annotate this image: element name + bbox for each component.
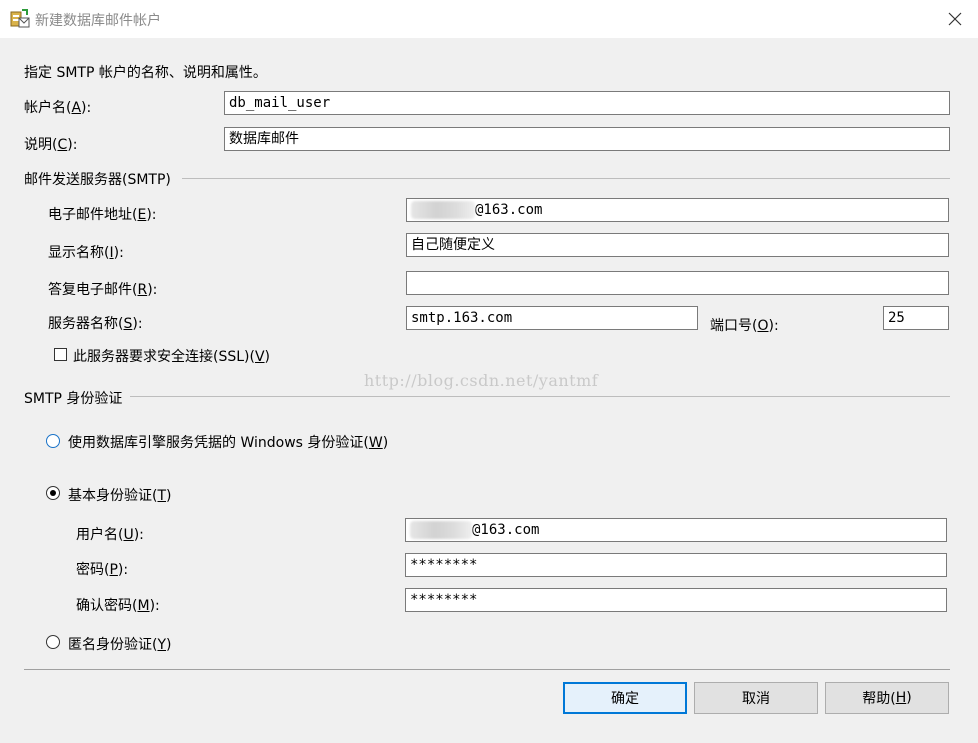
- display-name-label: 显示名称(I):: [48, 245, 124, 261]
- password-input[interactable]: ********: [405, 553, 947, 577]
- intro-text: 指定 SMTP 帐户的名称、说明和属性。: [24, 65, 267, 81]
- watermark-text: http://blog.csdn.net/yantmf: [364, 371, 599, 390]
- account-name-input[interactable]: db_mail_user: [224, 91, 950, 115]
- ok-button[interactable]: 确定: [563, 682, 687, 714]
- reply-email-input[interactable]: [406, 271, 949, 295]
- redacted-email-prefix: [411, 201, 475, 219]
- reply-email-label: 答复电子邮件(R):: [48, 282, 158, 298]
- windows-auth-radio[interactable]: [46, 434, 60, 448]
- username-input[interactable]: @163.com: [405, 518, 947, 542]
- username-label: 用户名(U):: [76, 527, 144, 543]
- footer-divider: [24, 669, 950, 670]
- help-button[interactable]: 帮助(H): [825, 682, 949, 714]
- server-name-input[interactable]: smtp.163.com: [406, 306, 698, 330]
- basic-auth-radio[interactable]: [46, 486, 60, 500]
- smtp-group-divider: [182, 178, 950, 179]
- display-name-input[interactable]: 自己随便定义: [406, 233, 949, 257]
- anonymous-auth-label[interactable]: 匿名身份验证(Y): [68, 634, 172, 654]
- server-name-label: 服务器名称(S):: [48, 316, 143, 332]
- close-icon: [948, 12, 962, 26]
- ssl-checkbox[interactable]: [54, 348, 67, 361]
- description-label: 说明(C):: [24, 137, 78, 153]
- email-label: 电子邮件地址(E):: [48, 207, 157, 223]
- auth-group-title: SMTP 身份验证: [24, 391, 123, 407]
- window-title: 新建数据库邮件帐户: [35, 13, 161, 29]
- cancel-button[interactable]: 取消: [694, 682, 818, 714]
- confirm-password-label: 确认密码(M):: [76, 598, 160, 614]
- confirm-password-input[interactable]: ********: [405, 588, 947, 612]
- auth-group-divider: [130, 396, 950, 397]
- port-label: 端口号(O):: [710, 318, 779, 334]
- ssl-label[interactable]: 此服务器要求安全连接(SSL)(V): [73, 346, 270, 366]
- database-mail-icon: [10, 9, 30, 28]
- windows-auth-label[interactable]: 使用数据库引擎服务凭据的 Windows 身份验证(W): [68, 432, 388, 452]
- email-input[interactable]: @163.com: [406, 198, 949, 222]
- anonymous-auth-radio[interactable]: [46, 635, 60, 649]
- smtp-group-title: 邮件发送服务器(SMTP): [24, 172, 171, 188]
- close-button[interactable]: [932, 0, 978, 38]
- description-input[interactable]: 数据库邮件: [224, 127, 950, 151]
- basic-auth-label[interactable]: 基本身份验证(T): [68, 485, 172, 505]
- password-label: 密码(P):: [76, 562, 129, 578]
- radio-selected-dot: [50, 490, 56, 496]
- redacted-username-prefix: [410, 521, 472, 539]
- title-bar: 新建数据库邮件帐户: [0, 0, 978, 38]
- port-input[interactable]: 25: [883, 306, 949, 330]
- dialog-body: 指定 SMTP 帐户的名称、说明和属性。 帐户名(A): db_mail_use…: [0, 38, 978, 743]
- account-name-label: 帐户名(A):: [24, 100, 92, 116]
